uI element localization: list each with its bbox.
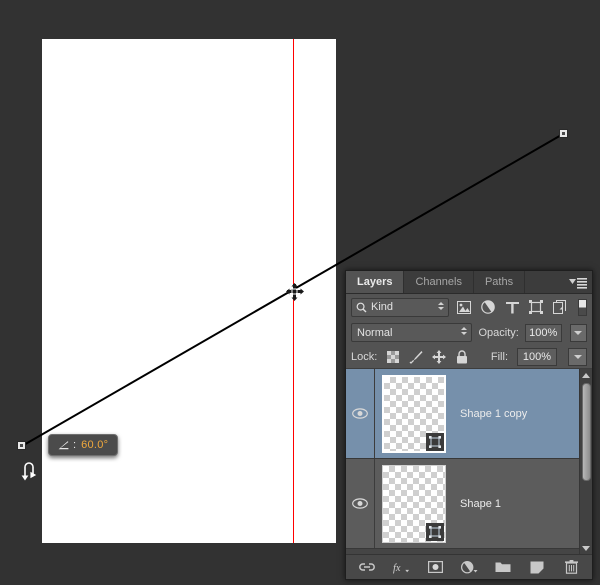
type-layer-filter-icon[interactable] (503, 298, 521, 316)
angle-triangle-icon (58, 440, 69, 449)
angle-measurement-tooltip: : 60.0° (48, 434, 119, 456)
fill-label: Fill: (490, 350, 508, 363)
layers-panel-footer: fx (346, 554, 592, 579)
filter-toggle-switch[interactable] (578, 298, 587, 316)
panel-menu-icon[interactable] (569, 276, 587, 289)
adjustment-layer-filter-icon[interactable] (479, 298, 497, 316)
lock-position-icon[interactable] (432, 349, 447, 364)
svg-text:fx: fx (393, 562, 401, 573)
lock-transparent-pixels-icon[interactable] (386, 350, 400, 364)
blend-mode-value: Normal (357, 326, 393, 339)
tab-layers[interactable]: Layers (346, 271, 405, 293)
path-anchor-start[interactable] (17, 441, 26, 450)
lock-label: Lock: (351, 350, 378, 363)
opacity-input[interactable]: 100% (524, 323, 562, 342)
layer-visibility-toggle[interactable] (346, 498, 374, 509)
angle-value: 60.0° (81, 439, 109, 451)
path-anchor-end[interactable] (559, 129, 568, 138)
move-cursor-icon (286, 283, 304, 301)
scroll-down-arrow-icon[interactable] (580, 542, 592, 554)
layers-panel: Layers Channels Paths Kind Normal Opacit… (345, 270, 593, 580)
tab-channels[interactable]: Channels (404, 271, 474, 293)
fill-dropdown-icon[interactable] (568, 347, 587, 366)
add-layer-style-icon[interactable]: fx (393, 559, 410, 576)
layer-name[interactable]: Shape 1 copy (460, 408, 527, 420)
layer-list[interactable]: Shape 1 copy Shape 1 (346, 369, 592, 554)
vector-mask-badge-icon (426, 432, 444, 451)
delete-layer-icon[interactable] (563, 559, 580, 576)
rotate-cursor-icon (21, 462, 37, 481)
blend-mode-spinner-icon[interactable] (461, 327, 468, 335)
add-layer-mask-icon[interactable] (427, 559, 444, 576)
scroll-track[interactable] (580, 381, 592, 542)
filter-kind-select[interactable]: Kind (351, 297, 449, 317)
filter-kind-label: Kind (371, 301, 394, 313)
scroll-up-arrow-icon[interactable] (580, 369, 592, 381)
lock-row: Lock: Fill: 100% (346, 345, 592, 369)
new-group-icon[interactable] (495, 559, 512, 576)
table-row[interactable]: Shape 1 copy (346, 369, 592, 459)
blend-mode-row: Normal Opacity: 100% (346, 320, 592, 345)
layer-filter-row: Kind (346, 294, 592, 320)
tab-paths[interactable]: Paths (474, 271, 526, 293)
new-layer-icon[interactable] (529, 559, 546, 576)
smart-object-filter-icon[interactable] (551, 298, 569, 316)
eye-icon (352, 498, 368, 509)
new-adjustment-layer-icon[interactable] (460, 559, 478, 576)
search-icon (356, 302, 367, 312)
lock-all-icon[interactable] (455, 349, 469, 364)
opacity-label: Opacity: (478, 326, 519, 339)
panel-tab-bar: Layers Channels Paths (346, 271, 592, 294)
layer-thumbnail-wrap[interactable] (382, 464, 446, 543)
row-divider (374, 369, 375, 458)
fill-input[interactable]: 100% (517, 347, 557, 366)
eye-icon (352, 408, 368, 419)
layer-visibility-toggle[interactable] (346, 408, 374, 419)
layer-list-scrollbar[interactable] (579, 369, 592, 554)
blend-mode-select[interactable]: Normal (351, 323, 473, 342)
shape-layer-filter-icon[interactable] (527, 298, 545, 316)
angle-separator: : (73, 439, 77, 451)
photoshop-window: : 60.0° Layers Channels Paths Kind Norma… (0, 0, 600, 585)
pixel-layer-filter-icon[interactable] (455, 298, 473, 316)
filter-kind-spinner-icon[interactable] (438, 301, 444, 310)
table-row[interactable]: Shape 1 (346, 459, 592, 549)
layer-thumbnail-wrap[interactable] (382, 374, 446, 453)
row-divider (374, 459, 375, 548)
opacity-dropdown-icon[interactable] (569, 323, 588, 342)
lock-image-pixels-icon[interactable] (409, 350, 423, 364)
link-layers-icon[interactable] (359, 559, 376, 576)
layer-name[interactable]: Shape 1 (460, 498, 501, 510)
scroll-thumb[interactable] (581, 383, 591, 481)
vector-mask-badge-icon (426, 522, 444, 541)
